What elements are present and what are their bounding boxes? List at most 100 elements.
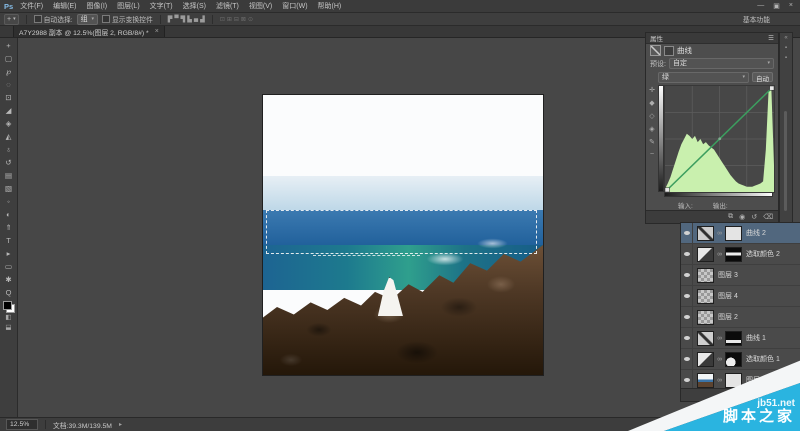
align-icon[interactable]: ▜ bbox=[181, 16, 186, 23]
black-point-eyedropper-icon[interactable]: ◆ bbox=[649, 99, 654, 107]
eyedropper-tool-icon[interactable]: ◢ bbox=[0, 104, 17, 117]
layer-row-5[interactable]: 8曲线 1 bbox=[681, 328, 800, 349]
panel-menu-icon[interactable]: ☰ bbox=[768, 34, 774, 42]
minimize-button[interactable]: — bbox=[757, 2, 764, 10]
channel-dropdown[interactable]: 绿▾ bbox=[658, 72, 749, 83]
layer-mask-thumbnail[interactable] bbox=[725, 247, 742, 262]
foreground-color-swatch[interactable] bbox=[3, 301, 12, 310]
auto-select-checkbox[interactable]: 自动选择: bbox=[34, 14, 73, 24]
shape-tool-icon[interactable]: ▭ bbox=[0, 260, 17, 273]
tab-close-icon[interactable]: × bbox=[155, 28, 159, 35]
auto-select-target-dropdown[interactable]: 组▾ bbox=[77, 14, 98, 25]
align-icons[interactable]: ▛▀▜▙▄▟ bbox=[168, 16, 205, 23]
crop-tool-icon[interactable]: ⊡ bbox=[0, 91, 17, 104]
path-selection-tool-icon[interactable]: ▸ bbox=[0, 247, 17, 260]
align-icon[interactable]: ▄ bbox=[194, 16, 198, 23]
menu-item-6[interactable]: 滤镜(T) bbox=[216, 1, 239, 11]
visibility-toggle[interactable] bbox=[681, 286, 693, 306]
layer-row-0[interactable]: 8曲线 2 bbox=[681, 223, 800, 244]
quick-mask-icon[interactable]: ◧ bbox=[5, 313, 11, 323]
marquee-tool-icon[interactable]: ▢ bbox=[0, 52, 17, 65]
layer-row-4[interactable]: 图层 2 bbox=[681, 307, 800, 328]
targeted-adjustment-icon[interactable]: ✛ bbox=[649, 86, 655, 94]
align-icon[interactable]: ▛ bbox=[168, 16, 173, 23]
smooth-curve-icon[interactable]: ~ bbox=[650, 151, 654, 158]
tool-preset-dropdown[interactable]: +▾ bbox=[4, 14, 19, 25]
layer-row-1[interactable]: 8选取颜色 2 bbox=[681, 244, 800, 265]
dock-scrollbar[interactable] bbox=[784, 111, 787, 211]
visibility-toggle[interactable] bbox=[681, 223, 693, 243]
menu-item-3[interactable]: 图层(L) bbox=[117, 1, 140, 11]
layer-name[interactable]: 图层 2 bbox=[716, 312, 738, 322]
clip-to-layer-icon[interactable]: ⧉ bbox=[728, 213, 733, 221]
menu-item-1[interactable]: 编辑(E) bbox=[53, 1, 76, 11]
curves-graph[interactable] bbox=[658, 85, 773, 197]
visibility-toggle[interactable] bbox=[681, 244, 693, 264]
dodge-tool-icon[interactable]: ◐ bbox=[0, 208, 17, 221]
zoom-tool-icon[interactable]: Q bbox=[0, 286, 17, 299]
panel-dock-strip[interactable]: « ▪ ▪ bbox=[779, 32, 793, 224]
quick-selection-tool-icon[interactable]: ◌ bbox=[0, 78, 17, 91]
menu-item-9[interactable]: 帮助(H) bbox=[318, 1, 342, 11]
visibility-toggle[interactable] bbox=[681, 265, 693, 285]
layer-mask-thumbnail[interactable] bbox=[725, 331, 742, 346]
workspace-switcher[interactable]: 基本功能 bbox=[743, 14, 770, 24]
layer-name[interactable]: 图层 3 bbox=[716, 270, 738, 280]
reset-adjustment-icon[interactable]: ↺ bbox=[751, 213, 757, 221]
hand-tool-icon[interactable]: ✱ bbox=[0, 273, 17, 286]
pen-tool-icon[interactable]: ⇑ bbox=[0, 221, 17, 234]
align-icon[interactable]: ▙ bbox=[187, 16, 192, 23]
menu-item-5[interactable]: 选择(S) bbox=[183, 1, 206, 11]
auto-button[interactable]: 自动 bbox=[752, 72, 773, 82]
document-tab[interactable]: A7Y2988 副本 @ 12.5%(图层 2, RGB/8#) * × bbox=[13, 26, 165, 37]
history-brush-tool-icon[interactable]: ↺ bbox=[0, 156, 17, 169]
visibility-toggle[interactable] bbox=[681, 328, 693, 348]
move-tool-icon[interactable]: + bbox=[0, 39, 17, 52]
preset-dropdown[interactable]: 自定▾ bbox=[669, 58, 774, 69]
gray-point-eyedropper-icon[interactable]: ◇ bbox=[649, 112, 654, 120]
collapse-panel-icon[interactable]: « bbox=[780, 33, 792, 43]
menu-item-2[interactable]: 图像(I) bbox=[86, 1, 107, 11]
document-image[interactable] bbox=[263, 95, 543, 375]
dock-panel-icon[interactable]: ▪ bbox=[780, 53, 792, 63]
status-menu-arrow-icon[interactable]: ▸ bbox=[119, 421, 122, 428]
close-button[interactable]: × bbox=[789, 2, 793, 10]
white-point-eyedropper-icon[interactable]: ◈ bbox=[649, 125, 654, 133]
draw-curve-pencil-icon[interactable]: ✎ bbox=[649, 138, 655, 146]
align-icon[interactable]: ▀ bbox=[174, 16, 178, 23]
blur-tool-icon[interactable]: ◦ bbox=[0, 195, 17, 208]
menu-item-8[interactable]: 窗口(W) bbox=[282, 1, 307, 11]
gradient-tool-icon[interactable]: ▧ bbox=[0, 182, 17, 195]
healing-brush-tool-icon[interactable]: ◈ bbox=[0, 117, 17, 130]
layer-name[interactable]: 曲线 2 bbox=[744, 228, 766, 238]
align-icon[interactable]: ▟ bbox=[200, 16, 205, 23]
curves-histogram[interactable] bbox=[664, 85, 775, 193]
selective-color-thumbnail[interactable] bbox=[697, 247, 714, 262]
layer-row-2[interactable]: 图层 3 bbox=[681, 265, 800, 286]
visibility-toggle-icon[interactable]: ◉ bbox=[739, 213, 745, 221]
visibility-toggle[interactable] bbox=[681, 307, 693, 327]
zoom-level-field[interactable]: 12.5% bbox=[6, 419, 38, 430]
screen-mode-icon[interactable]: ⬓ bbox=[5, 323, 11, 333]
menu-item-0[interactable]: 文件(F) bbox=[20, 1, 43, 11]
menu-item-4[interactable]: 文字(T) bbox=[150, 1, 173, 11]
app-logo[interactable]: Ps bbox=[0, 2, 20, 11]
layer-thumbnail[interactable] bbox=[697, 289, 714, 304]
restore-button[interactable]: ▣ bbox=[773, 2, 780, 10]
lasso-tool-icon[interactable]: ℘ bbox=[0, 65, 17, 78]
layer-mask-thumbnail[interactable] bbox=[725, 226, 742, 241]
eraser-tool-icon[interactable]: ▤ bbox=[0, 169, 17, 182]
delete-adjustment-icon[interactable]: ⌫ bbox=[763, 213, 773, 221]
color-swatches[interactable] bbox=[3, 301, 15, 313]
clone-stamp-tool-icon[interactable]: ♁ bbox=[0, 143, 17, 156]
curves-layer-thumbnail[interactable] bbox=[697, 226, 714, 241]
layer-thumbnail[interactable] bbox=[697, 268, 714, 283]
menu-item-7[interactable]: 视图(V) bbox=[249, 1, 272, 11]
layer-name[interactable]: 曲线 1 bbox=[744, 333, 766, 343]
layer-name[interactable]: 图层 4 bbox=[716, 291, 738, 301]
layer-thumbnail[interactable] bbox=[697, 310, 714, 325]
show-transform-checkbox[interactable]: 显示变换控件 bbox=[102, 14, 153, 24]
brush-tool-icon[interactable]: ◭ bbox=[0, 130, 17, 143]
layer-row-3[interactable]: 图层 4 bbox=[681, 286, 800, 307]
curves-layer-thumbnail[interactable] bbox=[697, 331, 714, 346]
